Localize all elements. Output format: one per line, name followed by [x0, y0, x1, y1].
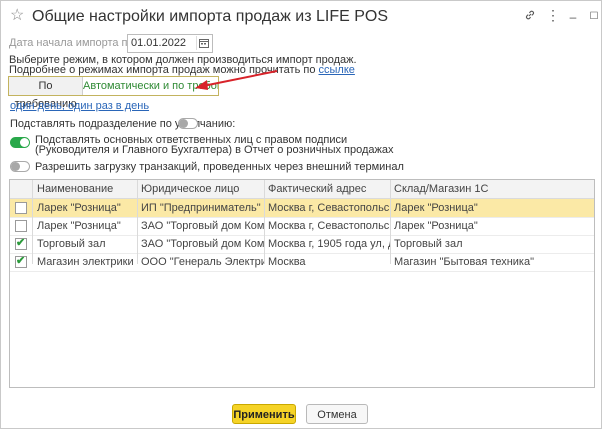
mode-description-line2: Подробнее о режимах импорта продаж можно… [9, 64, 355, 76]
table-cell-name: Магазин электрики [37, 256, 134, 268]
row-checkbox[interactable] [15, 202, 27, 214]
docs-link[interactable]: ссылке [319, 64, 355, 76]
table-cell-legal: ЗАО "Торговый дом Компл... [141, 220, 264, 232]
table-header: Наименование Юридическое лицо Фактически… [10, 180, 594, 199]
external-terminal-toggle[interactable] [10, 161, 30, 172]
toggle-knob [20, 138, 29, 147]
apply-button[interactable]: Применить [232, 404, 296, 424]
more-icon[interactable]: ⋮ [545, 8, 561, 25]
row-checkbox[interactable] [15, 220, 27, 232]
substitute-responsible-toggle[interactable] [10, 137, 30, 148]
column-header[interactable]: Фактический адрес [264, 180, 390, 198]
external-terminal-label: Разрешить загрузку транзакций, проведенн… [35, 161, 404, 173]
table-cell-address: Москва г, Севастопольска... [268, 202, 390, 214]
row-checkbox[interactable] [15, 254, 27, 268]
start-date-field[interactable]: 01.01.2022 [127, 34, 213, 53]
mode-on-demand[interactable]: По требованию [9, 77, 83, 110]
table-cell-legal: ЗАО "Торговый дом Компл... [141, 238, 264, 250]
toggle-knob [179, 119, 188, 128]
minimize-icon[interactable]: – [565, 9, 581, 25]
start-date-value: 01.01.2022 [131, 37, 187, 49]
annotation-arrow-icon [195, 70, 278, 90]
star-icon[interactable]: ☆ [10, 7, 24, 25]
title-bar: ☆ Общие настройки импорта продаж из LIFE… [1, 1, 601, 33]
settings-window: ☆ Общие настройки импорта продаж из LIFE… [0, 0, 602, 429]
row-checkbox[interactable] [15, 236, 27, 250]
cancel-button[interactable]: Отмена [306, 404, 368, 424]
table-cell-address: Москва г, 1905 года ул, до... [268, 238, 390, 250]
table-cell-address: Москва г, Севастопольска... [268, 220, 390, 232]
table-cell-store: Ларек "Розница" [394, 220, 478, 232]
column-header[interactable]: Склад/Магазин 1С [390, 180, 594, 198]
toggle-knob [11, 162, 20, 171]
schedule-link[interactable]: один день; один раз в день [10, 100, 149, 112]
table-row[interactable]: Ларек "Розница" ИП "Предприниматель" Москв… [10, 199, 594, 218]
table-row[interactable]: Торговый зал ЗАО "Торговый дом Компл... Мо… [10, 235, 594, 254]
table-cell-store: Торговый зал [394, 238, 463, 250]
table-cell-name: Торговый зал [37, 238, 106, 250]
link-icon[interactable] [522, 9, 538, 25]
import-mode-switch: По требованию Автоматически и по требова… [8, 76, 219, 110]
table-cell-legal: ИП "Предприниматель" [141, 202, 261, 214]
table-cell-legal: ООО "Генераль Электрик" [141, 256, 264, 268]
column-header[interactable]: Юридическое лицо [137, 180, 264, 198]
stores-table: Наименование Юридическое лицо Фактически… [9, 179, 595, 388]
table-cell-store: Ларек "Розница" [394, 202, 478, 214]
substitute-department-label: Подставлять подразделение по умолчанию: [10, 118, 236, 130]
table-cell-name: Ларек "Розница" [37, 202, 121, 214]
calendar-icon[interactable] [196, 36, 211, 50]
substitute-department-toggle[interactable] [178, 118, 198, 129]
table-row[interactable]: Ларек "Розница" ЗАО "Торговый дом Компл..… [10, 217, 594, 236]
table-row[interactable]: Магазин электрики ООО "Генераль Электрик"… [10, 253, 594, 272]
column-header[interactable]: Наименование [33, 180, 137, 198]
window-title: Общие настройки импорта продаж из LIFE P… [32, 8, 389, 25]
table-cell-address: Москва [268, 256, 306, 268]
maximize-icon[interactable]: ☐ [586, 9, 602, 25]
substitute-responsible-label-line2: (Руководителя и Главного Бухгалтера) в О… [35, 144, 394, 156]
table-cell-store: Магазин "Бытовая техника" [394, 256, 534, 268]
table-cell-name: Ларек "Розница" [37, 220, 121, 232]
